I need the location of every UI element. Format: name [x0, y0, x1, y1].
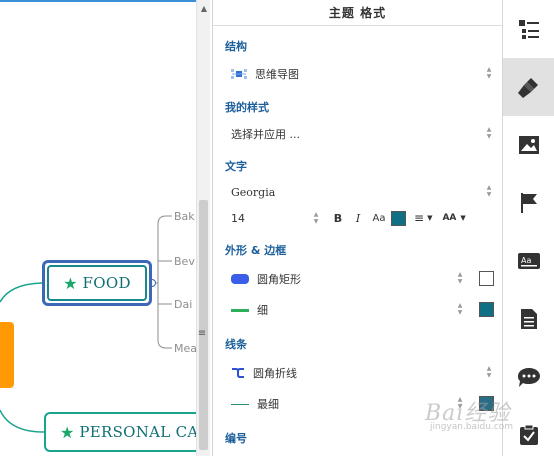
task-icon	[519, 424, 538, 445]
section-text-title: 文字	[225, 160, 247, 173]
subtopic-label[interactable]: Bev	[174, 255, 195, 268]
mindmap-structure-icon	[231, 69, 247, 79]
star-icon: ★	[63, 273, 78, 293]
text-case-button[interactable]: Aa	[369, 213, 389, 224]
border-width-select[interactable]: 细 ▲ ▼	[231, 299, 494, 321]
mindmap-canvas[interactable]: ★ FOOD ★ PERSONAL CA Bak Bev Dai Mea	[0, 0, 196, 456]
right-sidebar: Aa	[503, 0, 554, 456]
section-my-style-title: 我的样式	[225, 101, 269, 114]
structure-select[interactable]: 思维导图 ▲ ▼	[231, 63, 493, 85]
text-caps-button[interactable]: AA	[442, 213, 456, 223]
text-align-button[interactable]: ≡	[414, 211, 424, 225]
thin-line-icon	[231, 403, 249, 405]
font-family-value: Georgia	[231, 185, 276, 199]
elbow-line-icon	[232, 368, 244, 378]
line-width-value: 最细	[257, 398, 279, 411]
format-panel: 主题 格式 结构 思维导图 ▲ ▼ 我的样式 选择并应用 ... ▲ ▼ 文字 Ge…	[212, 0, 503, 456]
subtopic-label[interactable]: Mea	[174, 342, 196, 355]
section-numbering-title: 编号	[225, 432, 247, 445]
bold-button[interactable]: B	[329, 212, 347, 225]
shape-fill-swatch[interactable]	[479, 271, 494, 286]
image-icon	[518, 136, 539, 154]
comment-icon	[517, 368, 540, 387]
topic-personal-label: PERSONAL CA	[79, 423, 196, 441]
font-size-row: 14 ▲ ▼ B I Aa ≡ ▼ AA ▼	[231, 207, 493, 229]
my-style-select[interactable]: 选择并应用 ... ▲ ▼	[231, 123, 493, 145]
font-size-stepper-icon[interactable]: ▲ ▼	[311, 211, 321, 225]
format-button[interactable]	[503, 58, 554, 116]
topic-food-inner: ★ FOOD	[47, 265, 147, 301]
central-topic[interactable]	[0, 322, 14, 388]
label-icon: Aa	[517, 253, 540, 269]
svg-text:Aa: Aa	[521, 256, 531, 265]
topic-personal[interactable]: ★ PERSONAL CA	[44, 412, 196, 452]
font-family-select[interactable]: Georgia ▲ ▼	[231, 181, 493, 203]
scroll-thumb[interactable]	[199, 200, 208, 450]
updown-arrows-icon: ▲ ▼	[486, 66, 492, 80]
star-icon: ★	[60, 422, 75, 442]
border-color-swatch[interactable]	[479, 302, 494, 317]
outline-icon	[518, 20, 539, 39]
chevron-down-icon[interactable]: ▼	[427, 214, 432, 222]
notes-icon	[520, 309, 537, 329]
rounded-rect-shape-icon	[231, 274, 249, 284]
label-button[interactable]: Aa	[503, 232, 554, 290]
panel-title: 主题 格式	[213, 0, 502, 26]
border-line-icon	[231, 308, 249, 312]
marker-button[interactable]	[503, 174, 554, 232]
line-style-value: 圆角折线	[253, 367, 297, 380]
font-size-value[interactable]: 14	[231, 212, 311, 225]
format-brush-icon	[517, 78, 538, 98]
italic-button[interactable]: I	[349, 212, 367, 225]
updown-arrows-icon: ▲ ▼	[457, 302, 463, 316]
splitter-grip-icon[interactable]: ≡	[196, 327, 208, 341]
line-style-select[interactable]: 圆角折线 ▲ ▼	[231, 362, 493, 384]
comment-button[interactable]	[503, 348, 554, 406]
my-style-value: 选择并应用 ...	[231, 128, 300, 141]
section-structure-title: 结构	[225, 40, 247, 53]
chevron-down-icon[interactable]: ▼	[460, 214, 465, 222]
shape-select[interactable]: 圆角矩形 ▲ ▼	[231, 268, 494, 290]
watermark-url: jingyan.baidu.com	[430, 422, 514, 432]
updown-arrows-icon: ▲ ▼	[457, 271, 463, 285]
text-color-swatch[interactable]	[391, 210, 406, 226]
vertical-scrollbar[interactable]: ▲	[196, 0, 210, 456]
image-button[interactable]	[503, 116, 554, 174]
flag-icon	[520, 193, 537, 213]
connector-lines	[0, 215, 172, 433]
structure-value: 思维导图	[255, 68, 299, 81]
outline-button[interactable]	[503, 0, 554, 58]
notes-button[interactable]	[503, 290, 554, 348]
topic-food[interactable]: ★ FOOD	[42, 260, 152, 306]
section-line-title: 线条	[225, 338, 247, 351]
shape-value: 圆角矩形	[257, 273, 301, 286]
subtopic-label[interactable]: Dai	[174, 298, 192, 311]
scroll-up-arrow-icon[interactable]: ▲	[197, 2, 211, 16]
section-shape-border-title: 外形 & 边框	[225, 244, 287, 257]
updown-arrows-icon: ▲ ▼	[486, 184, 492, 198]
updown-arrows-icon: ▲ ▼	[486, 365, 492, 379]
topic-food-label: FOOD	[82, 274, 131, 292]
subtopic-label[interactable]: Bak	[174, 210, 195, 223]
updown-arrows-icon: ▲ ▼	[486, 126, 492, 140]
border-value: 细	[257, 304, 268, 317]
